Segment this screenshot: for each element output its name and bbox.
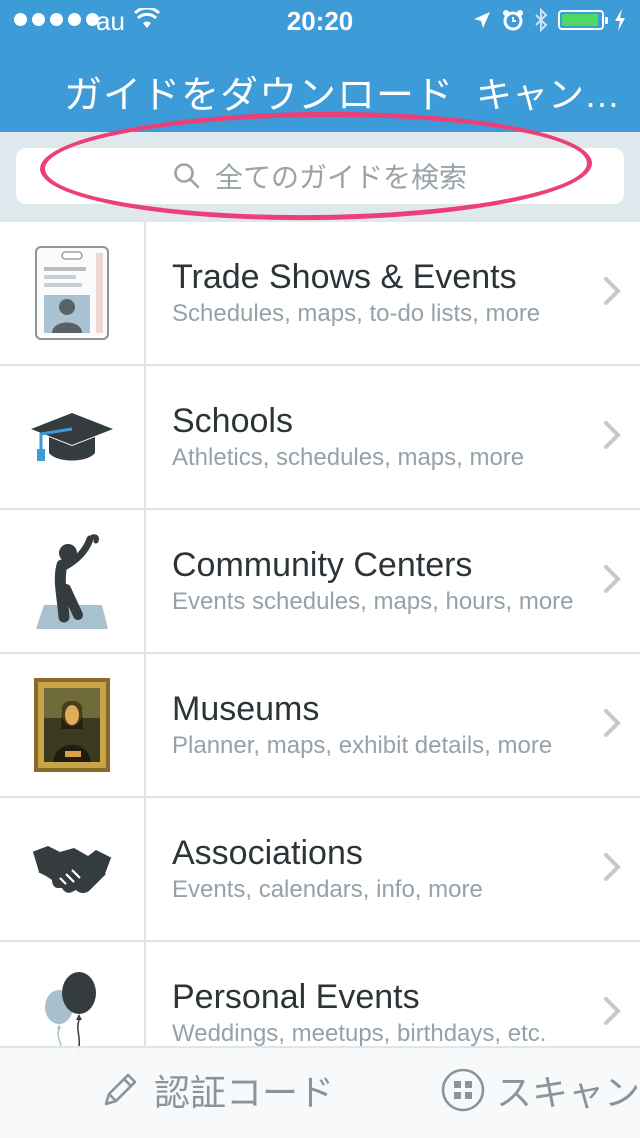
list-item[interactable]: Museums Planner, maps, exhibit details, …	[0, 654, 640, 798]
stretching-person-icon	[36, 534, 108, 629]
pencil-icon	[104, 1073, 137, 1106]
list-item-title: Personal Events	[172, 978, 420, 1016]
list-item[interactable]: Trade Shows & Events Schedules, maps, to…	[0, 222, 640, 366]
battery-fill	[562, 14, 599, 26]
handshake-icon	[31, 846, 113, 893]
qr-scan-icon	[441, 1068, 485, 1112]
status-icons	[472, 8, 626, 32]
list-item-title: Associations	[172, 834, 363, 872]
location-icon	[474, 12, 490, 28]
framed-painting-icon	[34, 678, 110, 772]
cancel-button[interactable]: キャン…	[476, 66, 620, 118]
chevron-right-icon	[604, 997, 621, 1025]
list-item-subtitle: Weddings, meetups, birthdays, etc.	[172, 1020, 547, 1047]
list-item-subtitle: Schedules, maps, to-do lists, more	[172, 300, 541, 327]
list-item-subtitle: Athletics, schedules, maps, more	[172, 444, 525, 471]
scan-label: スキャン	[496, 1072, 640, 1113]
icon-cell	[0, 798, 146, 940]
badge-icon	[35, 246, 109, 340]
icon-cell	[0, 654, 146, 796]
auth-code-button[interactable]: 認証コード	[100, 1064, 334, 1116]
auth-code-label: 認証コード	[154, 1072, 335, 1113]
category-list: Trade Shows & Events Schedules, maps, to…	[0, 222, 640, 1086]
icon-cell	[0, 222, 146, 364]
list-item-title: Schools	[172, 402, 293, 440]
graduation-cap-icon	[31, 413, 113, 461]
status-bar: au 20:20	[0, 0, 640, 40]
battery-icon	[558, 10, 608, 30]
bluetooth-icon	[535, 8, 548, 32]
list-item[interactable]: Community Centers Events schedules, maps…	[0, 510, 640, 654]
list-item-title: Community Centers	[172, 546, 473, 584]
list-item[interactable]: Associations Events, calendars, info, mo…	[0, 798, 640, 942]
chevron-right-icon	[604, 277, 621, 305]
list-item-title: Trade Shows & Events	[172, 258, 517, 296]
list-item-subtitle: Events, calendars, info, more	[172, 876, 483, 903]
list-item-title: Museums	[172, 690, 320, 728]
chevron-right-icon	[604, 565, 621, 593]
list-item-subtitle: Planner, maps, exhibit details, more	[172, 732, 553, 759]
nav-title: ガイドをダウンロード	[64, 75, 455, 117]
icon-cell	[0, 510, 146, 652]
list-item[interactable]: Schools Athletics, schedules, maps, more	[0, 366, 640, 510]
chevron-right-icon	[604, 853, 621, 881]
list-item-subtitle: Events schedules, maps, hours, more	[172, 588, 574, 615]
chevron-right-icon	[604, 709, 621, 737]
charging-icon	[615, 9, 625, 31]
bottom-toolbar: 認証コード スキャン	[0, 1046, 640, 1138]
alarm-icon	[503, 10, 523, 31]
icon-cell	[0, 366, 146, 508]
scan-button[interactable]: スキャン	[440, 1064, 640, 1116]
chevron-right-icon	[604, 421, 621, 449]
